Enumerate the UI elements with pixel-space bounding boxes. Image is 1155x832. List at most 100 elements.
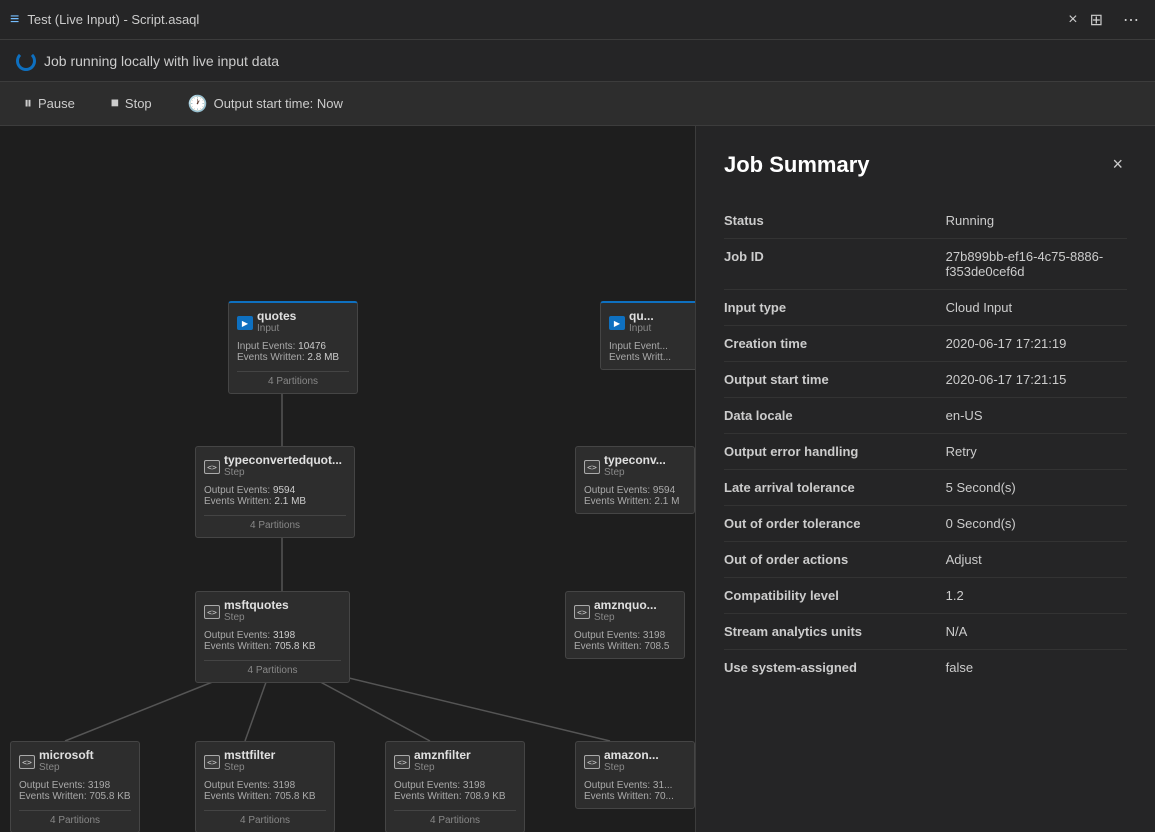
summary-row: Compatibility level1.2 (724, 578, 1127, 614)
node-stat2: Events Written: 705.8 KB (19, 791, 131, 802)
tab-title: Test (Live Input) - Script.asaql (27, 12, 1062, 27)
tab-close-button[interactable]: × (1062, 7, 1083, 33)
summary-value: Adjust (946, 542, 1127, 578)
summary-value: 2020-06-17 17:21:15 (946, 362, 1127, 398)
summary-table: StatusRunningJob ID27b899bb-ef16-4c75-88… (724, 203, 1127, 685)
stop-button[interactable]: ⏹ Stop (103, 91, 160, 117)
node-title: msttfilter (224, 748, 275, 762)
node-title: amznfilter (414, 748, 471, 762)
canvas-area[interactable]: ▶ quotes Input Input Events: 10476 Event… (0, 126, 695, 832)
stop-icon: ⏹ (111, 95, 119, 113)
pause-button[interactable]: ⏸ Pause (16, 91, 83, 117)
step-icon: <> (204, 605, 220, 619)
node-msftquotes[interactable]: <> msftquotes Step Output Events: 3198 E… (195, 591, 350, 683)
layout-icon[interactable]: ⊞ (1084, 6, 1109, 34)
panel-title: Job Summary (724, 152, 870, 178)
pause-label: Pause (38, 96, 75, 111)
node-quotes[interactable]: ▶ quotes Input Input Events: 10476 Event… (228, 301, 358, 394)
summary-label: Out of order actions (724, 542, 946, 578)
menu-icon: ≡ (10, 11, 19, 29)
summary-label: Status (724, 203, 946, 239)
node-stat1: Input Event... (609, 341, 695, 352)
node-stat1: Output Events: 31... (584, 780, 686, 791)
loading-spinner (16, 51, 36, 71)
summary-row: Stream analytics unitsN/A (724, 614, 1127, 650)
title-bar-actions: ⊞ ⋯ (1084, 6, 1145, 34)
summary-value: false (946, 650, 1127, 686)
summary-row: Creation time2020-06-17 17:21:19 (724, 326, 1127, 362)
summary-row: Output error handlingRetry (724, 434, 1127, 470)
partitions-label: 4 Partitions (204, 810, 326, 826)
more-icon[interactable]: ⋯ (1117, 6, 1145, 34)
summary-label: Stream analytics units (724, 614, 946, 650)
node-title: qu... (629, 309, 654, 323)
node-title: typeconv... (604, 453, 666, 467)
summary-row: Data localeen-US (724, 398, 1127, 434)
node-stat2: Events Written: 70... (584, 791, 686, 802)
node-quotes2[interactable]: ▶ qu... Input Input Event... Events Writ… (600, 301, 695, 370)
summary-value: 2020-06-17 17:21:19 (946, 326, 1127, 362)
summary-label: Input type (724, 290, 946, 326)
node-title: amznquo... (594, 598, 657, 612)
node-stat1: Output Events: 3198 (204, 630, 341, 641)
summary-value: 27b899bb-ef16-4c75-8886-f353de0cef6d (946, 239, 1127, 290)
clock-icon: 🕐 (188, 94, 208, 114)
panel-close-button[interactable]: × (1108, 150, 1127, 179)
summary-row: StatusRunning (724, 203, 1127, 239)
partitions-label: 4 Partitions (237, 371, 349, 387)
partitions-label: 4 Partitions (204, 660, 341, 676)
node-stat2: Events Written: 2.1 M (584, 496, 686, 507)
node-stat1: Input Events: 10476 (237, 341, 349, 352)
summary-label: Creation time (724, 326, 946, 362)
summary-label: Late arrival tolerance (724, 470, 946, 506)
node-stat2: Events Written: 705.8 KB (204, 791, 326, 802)
partitions-label: 4 Partitions (394, 810, 516, 826)
panel-header: Job Summary × (724, 150, 1127, 179)
node-amznfilter[interactable]: <> amznfilter Step Output Events: 3198 E… (385, 741, 525, 832)
node-title: typeconvertedquot... (224, 453, 342, 467)
summary-label: Use system-assigned (724, 650, 946, 686)
node-title: quotes (257, 309, 296, 323)
summary-value: 0 Second(s) (946, 506, 1127, 542)
summary-value: 1.2 (946, 578, 1127, 614)
summary-value: N/A (946, 614, 1127, 650)
summary-value: en-US (946, 398, 1127, 434)
partitions-label: 4 Partitions (204, 515, 346, 531)
summary-label: Output start time (724, 362, 946, 398)
step-icon: <> (584, 755, 600, 769)
node-typeconv2[interactable]: <> typeconv... Step Output Events: 9594 … (575, 446, 695, 514)
main-area: ▶ quotes Input Input Events: 10476 Event… (0, 126, 1155, 832)
summary-row: Job ID27b899bb-ef16-4c75-8886-f353de0cef… (724, 239, 1127, 290)
summary-value: Cloud Input (946, 290, 1127, 326)
node-stat2: Events Written: 2.1 MB (204, 496, 346, 507)
node-stat2: Events Writt... (609, 352, 695, 363)
summary-value: Retry (946, 434, 1127, 470)
step-icon: <> (574, 605, 590, 619)
summary-label: Compatibility level (724, 578, 946, 614)
summary-label: Job ID (724, 239, 946, 290)
node-amazon[interactable]: <> amazon... Step Output Events: 31... E… (575, 741, 695, 809)
step-icon: <> (584, 460, 600, 474)
toolbar: ⏸ Pause ⏹ Stop 🕐 Output start time: Now (0, 82, 1155, 126)
step-icon: <> (204, 755, 220, 769)
node-amznquo[interactable]: <> amznquo... Step Output Events: 3198 E… (565, 591, 685, 659)
node-stat2: Events Written: 708.9 KB (394, 791, 516, 802)
node-stat1: Output Events: 3198 (574, 630, 676, 641)
output-start-label: Output start time: Now (214, 96, 343, 111)
summary-value: 5 Second(s) (946, 470, 1127, 506)
summary-row: Use system-assignedfalse (724, 650, 1127, 686)
node-typeconvertedquot[interactable]: <> typeconvertedquot... Step Output Even… (195, 446, 355, 538)
step-icon: <> (19, 755, 35, 769)
node-title: msftquotes (224, 598, 289, 612)
node-microsoft[interactable]: <> microsoft Step Output Events: 3198 Ev… (10, 741, 140, 832)
node-stat1: Output Events: 3198 (204, 780, 326, 791)
node-stat2: Events Written: 2.8 MB (237, 352, 349, 363)
step-icon: <> (204, 460, 220, 474)
node-stat2: Events Written: 705.8 KB (204, 641, 341, 652)
step-icon: <> (394, 755, 410, 769)
summary-row: Late arrival tolerance5 Second(s) (724, 470, 1127, 506)
output-start-button[interactable]: 🕐 Output start time: Now (180, 90, 351, 118)
status-text: Job running locally with live input data (44, 53, 279, 69)
node-msttfilter[interactable]: <> msttfilter Step Output Events: 3198 E… (195, 741, 335, 832)
summary-label: Out of order tolerance (724, 506, 946, 542)
